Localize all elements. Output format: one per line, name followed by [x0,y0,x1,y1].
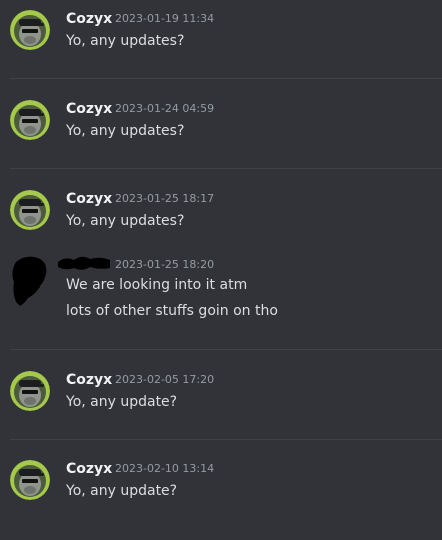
message-author[interactable]: Cozyx [66,371,112,389]
message-divider [10,78,442,79]
message-timestamp: 2023-02-05 17:20 [115,373,215,386]
message-timestamp: 2023-02-10 13:14 [115,462,215,475]
message-group: Cozyx 2023-02-05 17:20 Yo, any update? [0,361,442,451]
message-group: Cozyx 2023-01-24 04:59 Yo, any updates? [0,90,442,180]
message-text: Yo, any update? [66,483,178,499]
gorilla-avatar-icon[interactable] [10,460,50,500]
scribbled-out-author-name-icon [56,254,112,272]
message-group: Cozyx 2023-02-10 13:14 Yo, any update? [0,450,442,540]
message-author[interactable]: Cozyx [66,100,112,118]
message-group: 2023-01-25 18:20 We are looking into it … [0,248,442,348]
message-divider [10,439,442,440]
gorilla-avatar-icon[interactable] [10,10,50,50]
message-text: Yo, any updates? [66,213,185,229]
message-author[interactable]: Cozyx [66,460,112,478]
gorilla-avatar-icon[interactable] [10,190,50,230]
message-group: Cozyx 2023-01-19 11:34 Yo, any updates? [0,0,442,90]
message-author[interactable]: Cozyx [66,10,112,28]
gorilla-avatar-icon[interactable] [10,100,50,140]
message-text: Yo, any updates? [66,123,185,139]
message-text: lots of other stuffs goin on tho [66,303,278,319]
message-author[interactable]: Cozyx [66,190,112,208]
message-timestamp: 2023-01-19 11:34 [115,12,215,25]
message-text: Yo, any updates? [66,33,185,49]
gorilla-avatar-icon[interactable] [10,371,50,411]
message-timestamp: 2023-01-25 18:20 [115,258,215,271]
chat-message-list: Cozyx 2023-01-19 11:34 Yo, any updates? … [0,0,442,520]
message-divider [10,349,442,350]
message-divider [10,168,442,169]
message-timestamp: 2023-01-24 04:59 [115,102,215,115]
scribbled-out-avatar-icon[interactable] [6,252,52,308]
message-text: Yo, any update? [66,394,178,410]
message-text: We are looking into it atm [66,277,248,293]
message-timestamp: 2023-01-25 18:17 [115,192,215,205]
